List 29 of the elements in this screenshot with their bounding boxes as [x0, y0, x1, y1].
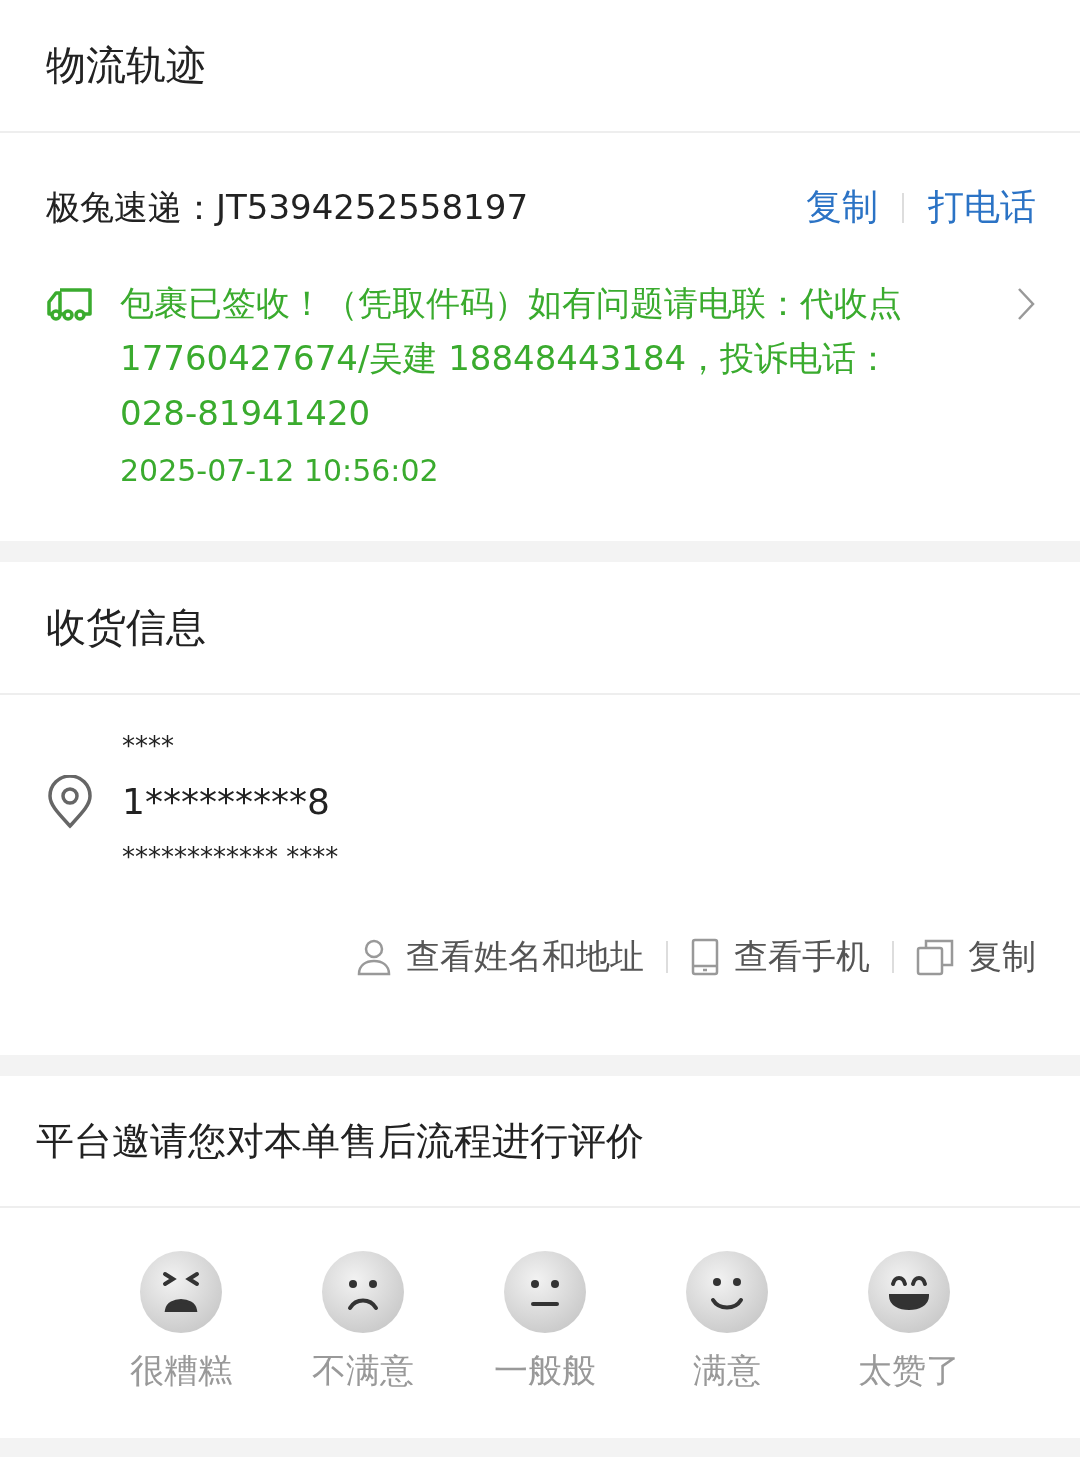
neutral-face-icon [503, 1250, 587, 1334]
receiver-address: ************ **** [122, 842, 339, 872]
receiver-name: **** [122, 731, 175, 761]
rating-option[interactable]: 不满意 [278, 1250, 448, 1438]
rating-option[interactable]: 一般般 [460, 1250, 630, 1438]
chevron-right-icon[interactable] [1016, 286, 1036, 322]
section-title: 物流轨迹 [46, 41, 206, 90]
section-title: 收货信息 [46, 603, 206, 652]
view-name-button[interactable]: 查看姓名和地址 [356, 934, 644, 980]
awful-face-icon [139, 1250, 223, 1334]
rating-option[interactable]: 满意 [642, 1250, 812, 1438]
rating-option[interactable]: 太赞了 [824, 1250, 994, 1438]
copy-icon [916, 938, 954, 976]
satisfied-face-icon [685, 1250, 769, 1334]
phone-icon [690, 938, 720, 976]
view-phone-button[interactable]: 查看手机 [690, 934, 870, 980]
action-link[interactable]: 复制 [806, 183, 878, 232]
action-link[interactable]: 打电话 [928, 183, 1036, 232]
great-face-icon [867, 1250, 951, 1334]
location-pin-icon [46, 774, 94, 829]
tracking-number: 极兔速递：JT5394252558197 [46, 185, 528, 229]
unhappy-face-icon [321, 1250, 405, 1334]
copy-button[interactable]: 复制 [916, 934, 1036, 980]
tracking-status: 包裹已签收！（凭取件码）如有问题请电联：代收点 17760427674/吴建 18848443184，投诉电话：028-81941420 [120, 282, 903, 435]
receiver-phone: 1*********8 [122, 781, 331, 822]
rating-prompt: 平台邀请您对本单售后流程进行评价 [36, 1117, 644, 1165]
person-icon [356, 938, 392, 976]
status-time: 2025-07-12 10:56:02 [120, 453, 440, 488]
rating-option[interactable]: 很糟糕 [96, 1250, 266, 1438]
